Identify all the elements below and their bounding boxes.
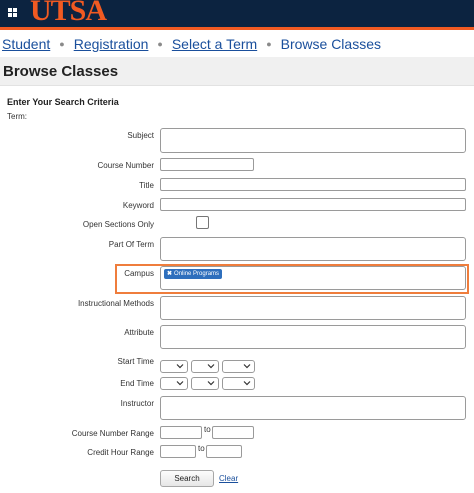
keyword-input[interactable] — [160, 198, 466, 211]
campus-input[interactable]: ✖ Online Programs — [160, 266, 466, 290]
clear-link[interactable]: Clear — [219, 474, 238, 483]
campus-chip: ✖ Online Programs — [164, 269, 223, 279]
course-number-input[interactable] — [160, 158, 254, 171]
remove-chip-icon[interactable]: ✖ — [167, 269, 172, 279]
credit-hour-range-to[interactable] — [206, 445, 242, 458]
title-label: Title — [139, 181, 154, 190]
page-title: Browse Classes — [3, 63, 119, 80]
start-minute-select[interactable] — [191, 360, 219, 373]
credit-hour-range-label: Credit Hour Range — [87, 448, 154, 457]
attribute-input[interactable] — [160, 325, 466, 349]
start-hour-select[interactable] — [160, 360, 188, 373]
open-sections-checkbox[interactable] — [196, 216, 209, 229]
title-input[interactable] — [160, 178, 466, 191]
breadcrumb: Student ● Registration ● Select a Term ●… — [2, 35, 381, 53]
top-header: UTSA — [0, 0, 474, 29]
utsa-logo[interactable]: UTSA — [30, 0, 107, 26]
chevron-down-icon — [243, 381, 251, 386]
open-sections-label: Open Sections Only — [82, 220, 154, 229]
breadcrumb-separator-icon: ● — [266, 39, 272, 49]
app-grid-icon[interactable] — [8, 8, 17, 17]
page-title-bar: Browse Classes — [0, 57, 474, 86]
chevron-down-icon — [243, 364, 251, 369]
instructional-methods-input[interactable] — [160, 296, 466, 320]
search-button[interactable]: Search — [160, 470, 214, 487]
subject-input[interactable] — [160, 128, 466, 153]
chevron-down-icon — [176, 364, 184, 369]
chevron-down-icon — [207, 381, 215, 386]
header-accent-stripe — [0, 27, 474, 30]
end-minute-select[interactable] — [191, 377, 219, 390]
term-label: Term: — [7, 112, 27, 121]
credit-range-to-label: to — [198, 444, 205, 453]
credit-hour-range-from[interactable] — [160, 445, 196, 458]
start-time-label: Start Time — [117, 357, 154, 366]
course-number-range-from[interactable] — [160, 426, 202, 439]
part-of-term-input[interactable] — [160, 237, 466, 261]
breadcrumb-separator-icon: ● — [157, 39, 163, 49]
start-ampm-select[interactable] — [222, 360, 255, 373]
end-time-label: End Time — [120, 379, 154, 388]
instructor-input[interactable] — [160, 396, 466, 420]
course-number-range-label: Course Number Range — [71, 429, 154, 438]
breadcrumb-select-term[interactable]: Select a Term — [172, 36, 257, 52]
course-number-label: Course Number — [97, 161, 154, 170]
breadcrumb-student[interactable]: Student — [2, 36, 50, 52]
breadcrumb-browse-classes: Browse Classes — [280, 36, 381, 52]
part-of-term-label: Part Of Term — [108, 240, 154, 249]
course-number-range-to[interactable] — [212, 426, 254, 439]
instructional-methods-label: Instructional Methods — [77, 299, 154, 308]
search-criteria-heading: Enter Your Search Criteria — [7, 97, 119, 107]
breadcrumb-registration[interactable]: Registration — [74, 36, 149, 52]
subject-label: Subject — [127, 131, 154, 140]
end-ampm-select[interactable] — [222, 377, 255, 390]
end-hour-select[interactable] — [160, 377, 188, 390]
campus-chip-label: Online Programs — [174, 271, 220, 277]
instructor-label: Instructor — [120, 399, 154, 408]
keyword-label: Keyword — [122, 201, 154, 210]
attribute-label: Attribute — [124, 328, 154, 337]
campus-label: Campus — [124, 269, 154, 278]
chevron-down-icon — [207, 364, 215, 369]
course-range-to-label: to — [204, 425, 211, 434]
breadcrumb-separator-icon: ● — [59, 39, 65, 49]
chevron-down-icon — [176, 381, 184, 386]
